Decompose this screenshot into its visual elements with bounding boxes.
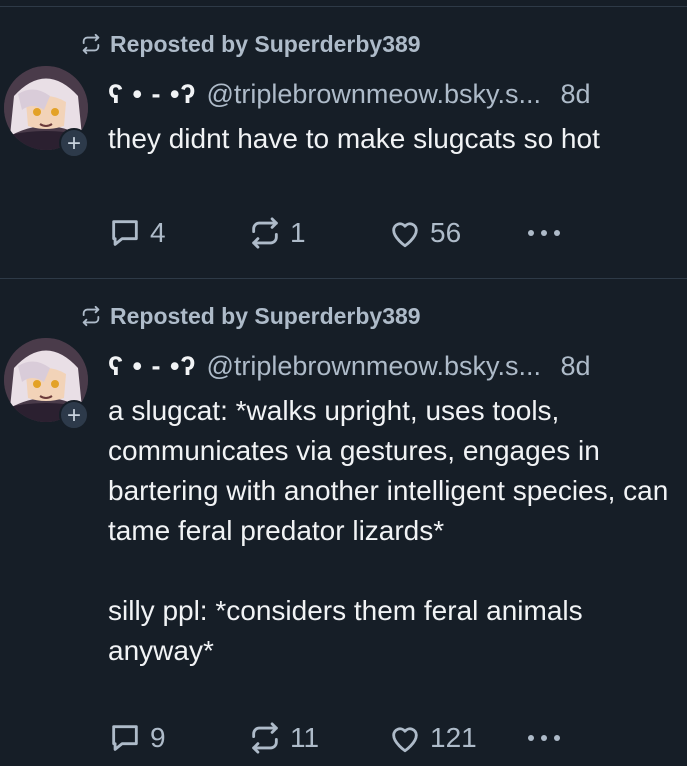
follow-plus-badge[interactable]: + <box>59 400 89 430</box>
ellipsis-icon <box>528 735 560 741</box>
reply-button[interactable]: 4 <box>108 213 166 253</box>
repost-label: Reposted by Superderby389 <box>110 30 421 57</box>
post-text: they didnt have to make slugcats so hot <box>108 123 600 154</box>
post-timestamp[interactable]: 8d <box>560 351 590 382</box>
user-handle[interactable]: @triplebrownmeow.bsky.s... <box>206 79 541 110</box>
follow-plus-badge[interactable]: + <box>59 128 89 158</box>
meta-separator <box>547 351 555 382</box>
post-timestamp[interactable]: 8d <box>560 79 590 110</box>
display-name[interactable]: ʕ • - •ʔ <box>108 79 196 110</box>
repost-icon <box>82 305 100 327</box>
reply-bubble-icon <box>112 220 138 246</box>
reply-count: 4 <box>150 217 166 248</box>
reply-bubble-icon <box>112 725 138 751</box>
reply-button[interactable]: 9 <box>108 718 166 758</box>
heart-icon <box>392 222 418 248</box>
reply-count: 9 <box>150 722 166 753</box>
repost-indicator[interactable]: Reposted by Superderby389 <box>80 301 421 331</box>
like-count: 121 <box>430 722 477 753</box>
repost-count: 11 <box>290 722 320 753</box>
like-count: 56 <box>430 217 462 248</box>
display-name[interactable]: ʕ • - •ʔ <box>108 351 196 382</box>
post-actions: 4 1 56 <box>108 213 578 253</box>
post-text: a slugcat: *walks upright, uses tools, c… <box>108 395 669 666</box>
repost-icon <box>82 33 100 55</box>
repost-button[interactable]: 11 <box>248 718 319 758</box>
like-button[interactable]: 56 <box>388 213 461 253</box>
feed-post[interactable]: Reposted by Superderby389 + ʕ • - •ʔ @tr… <box>0 272 687 759</box>
repost-icon <box>252 217 278 249</box>
meta-separator <box>547 79 555 110</box>
repost-label: Reposted by Superderby389 <box>110 302 421 329</box>
ellipsis-icon <box>528 230 560 236</box>
more-options-button[interactable] <box>526 213 570 253</box>
post-meta: ʕ • - •ʔ @triplebrownmeow.bsky.s... 8d <box>108 74 591 114</box>
repost-count: 1 <box>290 217 306 248</box>
heart-icon <box>392 727 418 753</box>
repost-indicator[interactable]: Reposted by Superderby389 <box>80 29 421 59</box>
user-handle[interactable]: @triplebrownmeow.bsky.s... <box>206 351 541 382</box>
like-button[interactable]: 121 <box>388 718 477 758</box>
post-actions: 9 11 121 <box>108 718 578 758</box>
more-options-button[interactable] <box>526 718 570 758</box>
repost-icon <box>252 722 278 754</box>
post-meta: ʕ • - •ʔ @triplebrownmeow.bsky.s... 8d <box>108 346 591 386</box>
feed-post[interactable]: Reposted by Superderby389 + ʕ • - •ʔ @tr… <box>0 0 687 271</box>
repost-button[interactable]: 1 <box>248 213 306 253</box>
